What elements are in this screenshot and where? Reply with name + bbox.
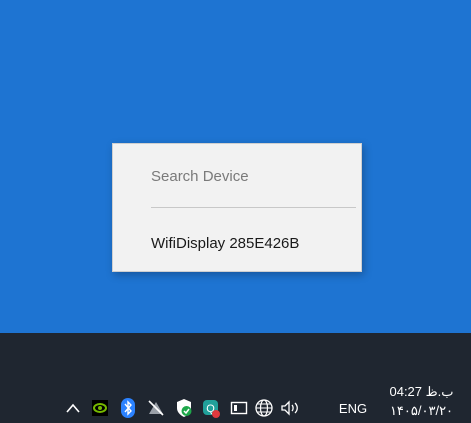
menu-item-search-device: Search Device	[113, 156, 361, 196]
clock[interactable]: 04:27 ب.ظ ۱۴۰۵/۰۳/۲۰	[374, 382, 469, 422]
speaker-volume-icon[interactable]	[280, 397, 302, 419]
menu-item-search-device-label: Search Device	[151, 167, 249, 185]
app-notification-icon[interactable]: Q	[200, 397, 222, 419]
nvidia-icon[interactable]	[89, 397, 111, 419]
input-language-indicator[interactable]: ENG	[336, 396, 370, 420]
network-disabled-icon[interactable]	[145, 397, 167, 419]
bluetooth-icon[interactable]	[117, 397, 139, 419]
show-hidden-icons-chevron-icon[interactable]	[62, 397, 84, 419]
clock-date: ۱۴۰۵/۰۳/۲۰	[389, 403, 454, 418]
menu-separator	[151, 207, 356, 208]
clock-time: 04:27 ب.ظ	[389, 384, 454, 399]
menu-item-wifi-display[interactable]: WifiDisplay 285E426B	[113, 223, 361, 263]
globe-network-icon[interactable]	[253, 397, 275, 419]
language-label: ENG	[338, 400, 368, 416]
menu-item-wifi-display-label: WifiDisplay 285E426B	[151, 234, 300, 252]
wifi-display-context-menu: Search Device WifiDisplay 285E426B	[112, 143, 362, 272]
windows-security-icon[interactable]	[173, 397, 195, 419]
display-icon[interactable]	[228, 397, 250, 419]
